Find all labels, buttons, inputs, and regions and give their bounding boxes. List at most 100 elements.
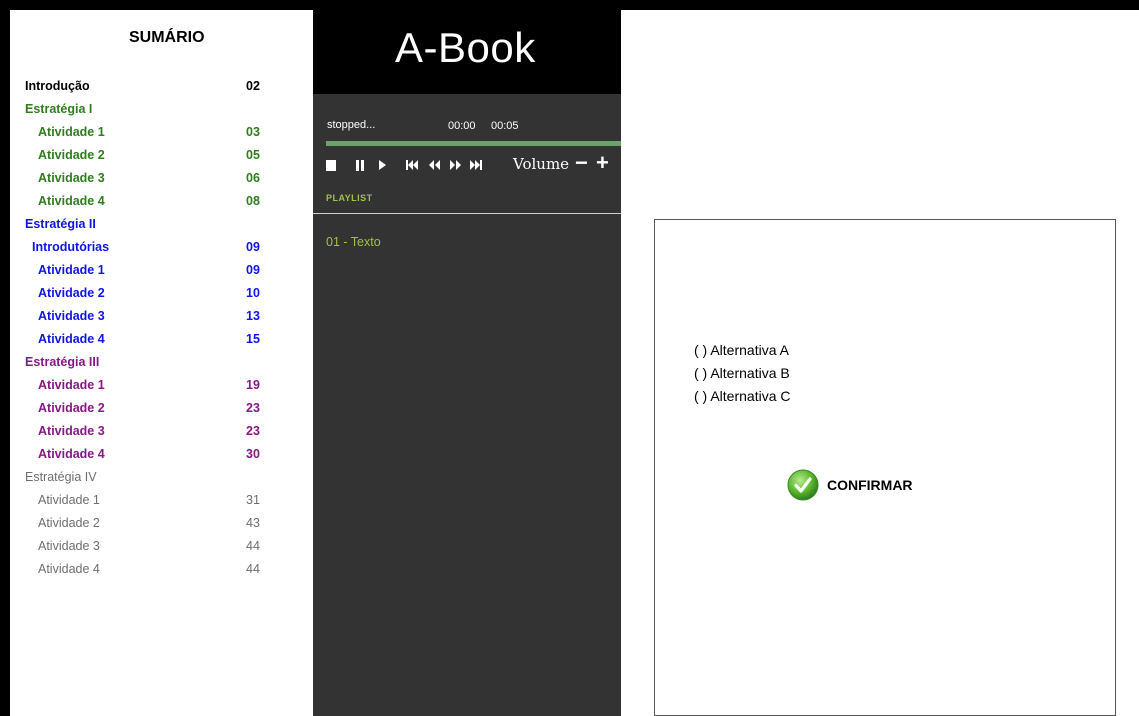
volume-up-button[interactable]: + <box>596 151 609 175</box>
toc-item-label: Atividade 2 <box>38 148 105 162</box>
toc-item-atividade[interactable]: Atividade 3 23 <box>10 421 310 444</box>
play-icon <box>378 160 386 170</box>
toc-item-page: 30 <box>246 447 260 461</box>
toc-section-estrategia-4[interactable]: Estratégia IV <box>10 467 310 490</box>
option-a[interactable]: ( ) Alternativa A <box>694 342 789 358</box>
window-top-border <box>0 0 1139 10</box>
toc-item-label: Atividade 4 <box>38 194 105 208</box>
toc-item-label: Atividade 2 <box>38 286 105 300</box>
progress-bar[interactable] <box>326 141 621 146</box>
toc-item-atividade[interactable]: Atividade 2 43 <box>10 513 310 536</box>
toc-item-label: Introdução <box>25 79 90 93</box>
toc-item-introdutorias[interactable]: Introdutórias 09 <box>10 237 310 260</box>
toc-item-atividade[interactable]: Atividade 3 13 <box>10 306 310 329</box>
toc-item-page: 23 <box>246 401 260 415</box>
playlist-divider <box>313 213 621 214</box>
toc-item-page: 19 <box>246 378 260 392</box>
toc-item-label: Estratégia I <box>25 102 93 116</box>
check-circle-icon <box>787 469 819 501</box>
play-button[interactable] <box>375 156 389 174</box>
toc-item-label: Atividade 3 <box>38 171 105 185</box>
toc-item-page: 43 <box>246 516 260 530</box>
player-status: stopped... <box>327 119 376 131</box>
toc-item-label: Estratégia II <box>25 217 96 231</box>
current-time: 00:00 <box>448 120 476 132</box>
toc-item-label: Atividade 3 <box>38 424 105 438</box>
toc-item-page: 09 <box>246 240 260 254</box>
skip-forward-icon <box>470 160 482 170</box>
toc-item-atividade[interactable]: Atividade 4 44 <box>10 559 310 582</box>
toc-item-label: Atividade 3 <box>38 309 105 323</box>
toc-section-estrategia-2[interactable]: Estratégia II <box>10 214 310 237</box>
last-track-button[interactable] <box>468 156 484 174</box>
toc-item-atividade[interactable]: Atividade 1 03 <box>10 122 310 145</box>
toc-item-label: Atividade 2 <box>38 516 100 530</box>
toc-item-atividade[interactable]: Atividade 4 08 <box>10 191 310 214</box>
toc-item-page: 10 <box>246 286 260 300</box>
audio-player: A-Book stopped... 00:00 00:05 Volume − +… <box>313 10 621 716</box>
toc-item-introducao[interactable]: Introdução 02 <box>10 76 310 99</box>
toc-title: SUMÁRIO <box>129 29 205 46</box>
stop-icon <box>326 159 336 171</box>
toc-item-label: Atividade 1 <box>38 493 100 507</box>
toc-item-page: 13 <box>246 309 260 323</box>
first-track-button[interactable] <box>404 156 420 174</box>
toc-item-page: 03 <box>246 125 260 139</box>
toc-item-atividade[interactable]: Atividade 4 30 <box>10 444 310 467</box>
toc-item-atividade[interactable]: Atividade 3 44 <box>10 536 310 559</box>
question-panel: ( ) Alternativa A ( ) Alternativa B ( ) … <box>654 219 1116 716</box>
window-left-border <box>0 0 10 716</box>
toc-item-page: 31 <box>246 493 260 507</box>
toc-item-atividade[interactable]: Atividade 1 09 <box>10 260 310 283</box>
pause-icon <box>356 159 364 171</box>
toc-section-estrategia-1[interactable]: Estratégia I <box>10 99 310 122</box>
toc-item-label: Estratégia IV <box>25 470 97 484</box>
rewind-icon <box>428 160 440 170</box>
toc-item-atividade[interactable]: Atividade 2 23 <box>10 398 310 421</box>
option-b[interactable]: ( ) Alternativa B <box>694 365 790 381</box>
toc-item-atividade[interactable]: Atividade 1 31 <box>10 490 310 513</box>
app-title: A-Book <box>395 24 536 71</box>
rewind-button[interactable] <box>426 156 442 174</box>
playlist-label: PLAYLIST <box>326 193 373 203</box>
toc-item-label: Atividade 2 <box>38 401 105 415</box>
toc-item-label: Atividade 1 <box>38 263 105 277</box>
fast-forward-icon <box>449 160 461 170</box>
stop-button[interactable] <box>324 156 338 174</box>
toc-item-label: Atividade 3 <box>38 539 100 553</box>
table-of-contents: SUMÁRIO Introdução 02 Estratégia I Ativi… <box>10 10 313 716</box>
playlist-track[interactable]: 01 - Texto <box>326 235 381 249</box>
toc-item-atividade[interactable]: Atividade 4 15 <box>10 329 310 352</box>
toc-item-label: Introdutórias <box>32 240 110 254</box>
toc-item-page: 23 <box>246 424 260 438</box>
fast-forward-button[interactable] <box>447 156 463 174</box>
toc-item-atividade[interactable]: Atividade 2 10 <box>10 283 310 306</box>
toc-item-page: 44 <box>246 539 260 553</box>
total-time: 00:05 <box>491 120 519 132</box>
toc-item-label: Estratégia III <box>25 355 100 369</box>
toc-item-atividade[interactable]: Atividade 2 05 <box>10 145 310 168</box>
toc-item-label: Atividade 4 <box>38 562 100 576</box>
toc-item-atividade[interactable]: Atividade 3 06 <box>10 168 310 191</box>
toc-item-page: 02 <box>246 79 260 93</box>
toc-item-atividade[interactable]: Atividade 1 19 <box>10 375 310 398</box>
volume-down-button[interactable]: − <box>575 151 588 175</box>
toc-item-page: 06 <box>246 171 260 185</box>
toc-item-label: Atividade 4 <box>38 332 105 346</box>
toc-item-page: 09 <box>246 263 260 277</box>
toc-item-page: 44 <box>246 562 260 576</box>
toc-item-label: Atividade 1 <box>38 378 105 392</box>
skip-back-icon <box>406 160 418 170</box>
player-header: A-Book <box>313 10 621 94</box>
toc-section-estrategia-3[interactable]: Estratégia III <box>10 352 310 375</box>
toc-item-label: Atividade 1 <box>38 125 105 139</box>
volume-label: Volume <box>513 155 570 173</box>
toc-item-page: 15 <box>246 332 260 346</box>
toc-item-label: Atividade 4 <box>38 447 105 461</box>
confirm-label: CONFIRMAR <box>827 477 913 493</box>
toc-item-page: 05 <box>246 148 260 162</box>
pause-button[interactable] <box>353 156 367 174</box>
option-c[interactable]: ( ) Alternativa C <box>694 388 790 404</box>
confirm-button[interactable]: CONFIRMAR <box>787 467 913 503</box>
toc-item-page: 08 <box>246 194 260 208</box>
